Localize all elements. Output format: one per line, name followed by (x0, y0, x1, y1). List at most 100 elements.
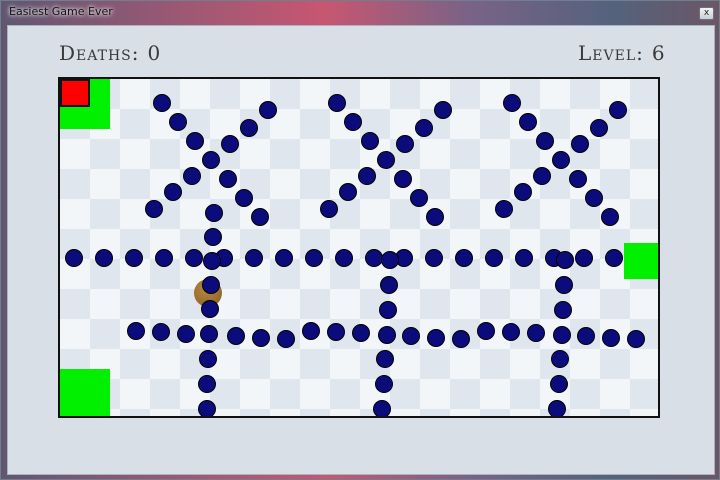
enemy-dot (605, 249, 623, 267)
enemy-dot (609, 101, 627, 119)
enemy-dot (556, 251, 574, 269)
close-button[interactable]: x (699, 7, 714, 20)
enemy-dot (169, 113, 187, 131)
title-bar[interactable]: Easiest Game Ever x (1, 1, 720, 25)
checkpoint-zone (624, 243, 658, 279)
enemy-dot (201, 300, 219, 318)
enemy-dot (302, 322, 320, 340)
deaths-value: 0 (147, 41, 162, 65)
enemy-dot (358, 167, 376, 185)
enemy-dot (219, 170, 237, 188)
enemy-dot (185, 249, 203, 267)
enemy-dot (585, 189, 603, 207)
enemy-dot (381, 251, 399, 269)
enemy-dot (240, 119, 258, 137)
enemy-dot (503, 94, 521, 112)
enemy-dot (515, 249, 533, 267)
enemy-dot (152, 323, 170, 341)
level-label: Level: (578, 41, 644, 65)
enemy-dot (339, 183, 357, 201)
enemy-dot (320, 200, 338, 218)
enemy-dot (245, 249, 263, 267)
enemy-dot (235, 189, 253, 207)
enemy-dot (145, 200, 163, 218)
enemy-dot (153, 94, 171, 112)
enemy-dot (569, 170, 587, 188)
enemy-dot (485, 249, 503, 267)
enemy-dot (379, 301, 397, 319)
enemy-dot (204, 228, 222, 246)
enemy-dot (550, 375, 568, 393)
enemy-dot (164, 183, 182, 201)
enemy-dot (305, 249, 323, 267)
enemy-dot (536, 132, 554, 150)
enemy-dot (415, 119, 433, 137)
enemy-dot (198, 400, 216, 416)
enemy-dot (205, 204, 223, 222)
deaths-counter: Deaths: 0 (59, 41, 161, 65)
goal-zone (60, 369, 110, 416)
enemy-dot (259, 101, 277, 119)
enemy-dot (402, 327, 420, 345)
enemy-dot (127, 322, 145, 340)
enemy-dot (571, 135, 589, 153)
enemy-dot (328, 94, 346, 112)
enemy-dot (519, 113, 537, 131)
enemy-dot (198, 375, 216, 393)
enemy-dot (155, 249, 173, 267)
enemy-dot (554, 301, 572, 319)
enemy-dot (455, 249, 473, 267)
enemy-dot (202, 151, 220, 169)
enemy-dot (533, 167, 551, 185)
enemy-dot (352, 324, 370, 342)
window-title: Easiest Game Ever (9, 5, 113, 18)
game-window: Easiest Game Ever x Deaths: 0 Level: 6 (0, 0, 720, 480)
enemy-dot (361, 132, 379, 150)
enemy-dot (527, 324, 545, 342)
enemy-dot (426, 208, 444, 226)
enemy-dot (251, 208, 269, 226)
enemy-dot (202, 276, 220, 294)
enemy-dot (275, 249, 293, 267)
enemy-dot (495, 200, 513, 218)
enemy-dot (95, 249, 113, 267)
enemy-dot (227, 327, 245, 345)
game-board[interactable] (58, 77, 660, 418)
enemy-dot (601, 208, 619, 226)
enemy-dot (502, 323, 520, 341)
enemy-dot (177, 325, 195, 343)
enemy-dot (183, 167, 201, 185)
enemy-dot (200, 325, 218, 343)
enemy-dot (396, 135, 414, 153)
enemy-dot (514, 183, 532, 201)
enemy-dot (125, 249, 143, 267)
enemy-dot (434, 101, 452, 119)
enemy-dot (577, 327, 595, 345)
enemy-dot (378, 326, 396, 344)
level-value: 6 (651, 41, 666, 65)
enemy-dot (590, 119, 608, 137)
enemy-dot (344, 113, 362, 131)
enemy-dot (380, 276, 398, 294)
enemy-dot (335, 249, 353, 267)
enemy-dot (375, 375, 393, 393)
enemy-dot (65, 249, 83, 267)
enemy-dot (425, 249, 443, 267)
enemy-dot (552, 151, 570, 169)
enemy-dot (553, 326, 571, 344)
enemy-dot (575, 249, 593, 267)
enemy-dot (394, 170, 412, 188)
enemy-dot (376, 350, 394, 368)
enemy-dot (548, 400, 566, 416)
enemy-dot (627, 330, 645, 348)
enemy-dot (477, 322, 495, 340)
enemy-dot (427, 329, 445, 347)
enemy-dot (555, 276, 573, 294)
enemy-dot (452, 330, 470, 348)
enemy-dot (186, 132, 204, 150)
enemy-dot (377, 151, 395, 169)
enemy-dot (203, 252, 221, 270)
player-square[interactable] (60, 79, 90, 107)
enemy-dot (252, 329, 270, 347)
deaths-label: Deaths: (59, 41, 140, 65)
